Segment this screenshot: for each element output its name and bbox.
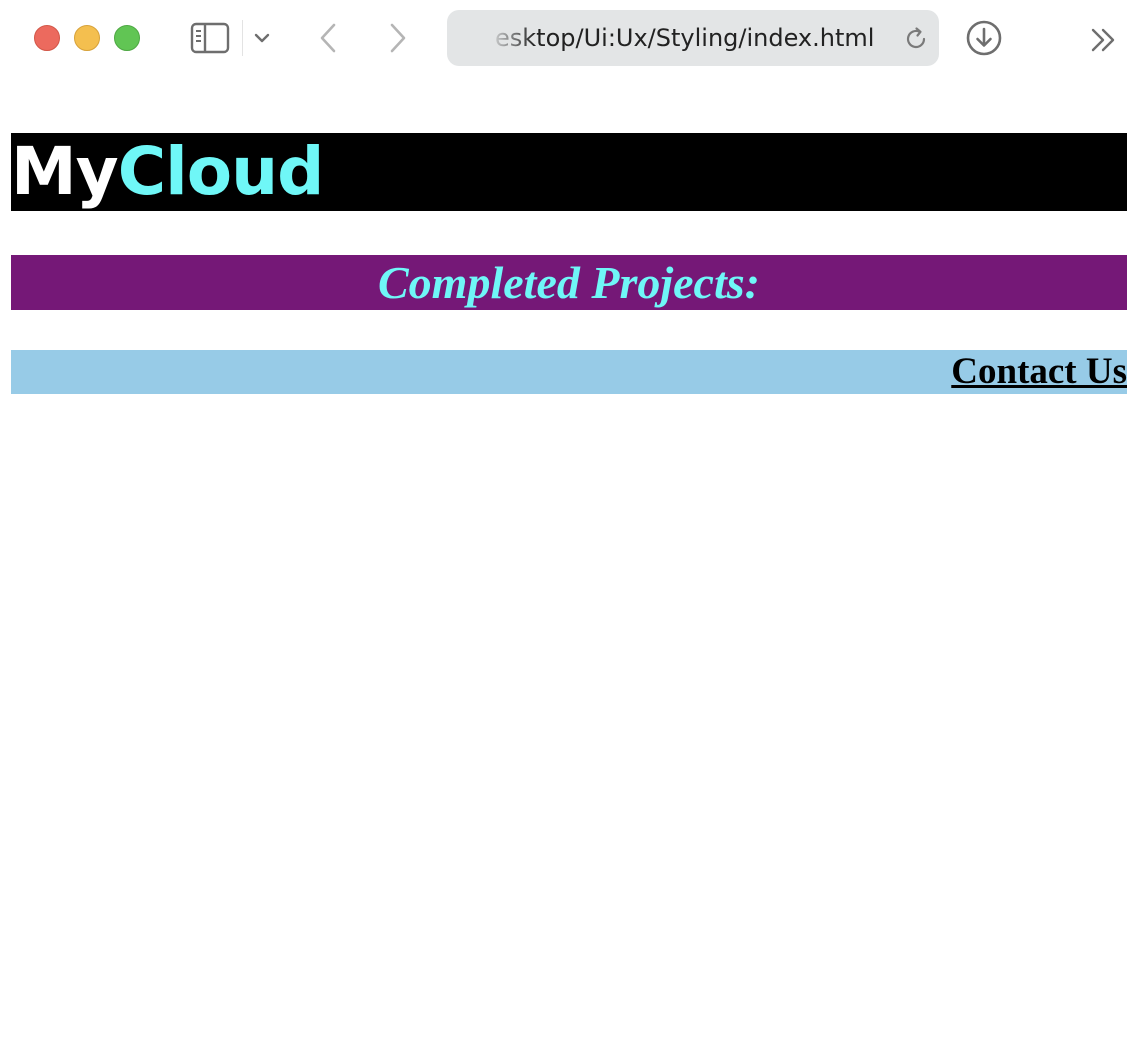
toolbar-divider [242, 20, 243, 56]
address-bar[interactable]: esktop/Ui:Ux/Styling/index.html [447, 10, 939, 66]
download-icon [966, 20, 1002, 56]
reload-icon [906, 27, 926, 49]
minimize-window-button[interactable] [74, 25, 100, 51]
logo-text-cloud: Cloud [117, 133, 325, 210]
url-text[interactable]: esktop/Ui:Ux/Styling/index.html [495, 10, 885, 66]
sidebar-toggle-button[interactable] [186, 18, 234, 58]
projects-heading: Completed Projects: [378, 257, 760, 308]
zoom-window-button[interactable] [114, 25, 140, 51]
tab-group-menu-button[interactable] [248, 24, 276, 52]
chevron-down-icon [254, 33, 270, 43]
sidebar-icon [190, 22, 230, 54]
contact-us-link[interactable]: Contact Us [951, 351, 1127, 392]
contact-section: Contact Us [11, 350, 1127, 394]
toolbar-overflow-button[interactable] [1084, 20, 1124, 60]
projects-section: Completed Projects: [11, 255, 1127, 310]
back-button[interactable] [310, 18, 346, 58]
browser-toolbar: esktop/Ui:Ux/Styling/index.html [0, 0, 1138, 76]
double-chevron-right-icon [1091, 28, 1115, 52]
forward-button[interactable] [380, 18, 416, 58]
site-header: MyCloud [11, 133, 1127, 211]
chevron-right-icon [390, 23, 406, 53]
site-logo: MyCloud [11, 133, 325, 211]
logo-text-my: My [11, 133, 119, 210]
chevron-left-icon [320, 23, 336, 53]
page-content: MyCloud Completed Projects: Contact Us [0, 76, 1138, 1061]
close-window-button[interactable] [34, 25, 60, 51]
downloads-button[interactable] [962, 16, 1006, 60]
reload-button[interactable] [901, 24, 931, 54]
